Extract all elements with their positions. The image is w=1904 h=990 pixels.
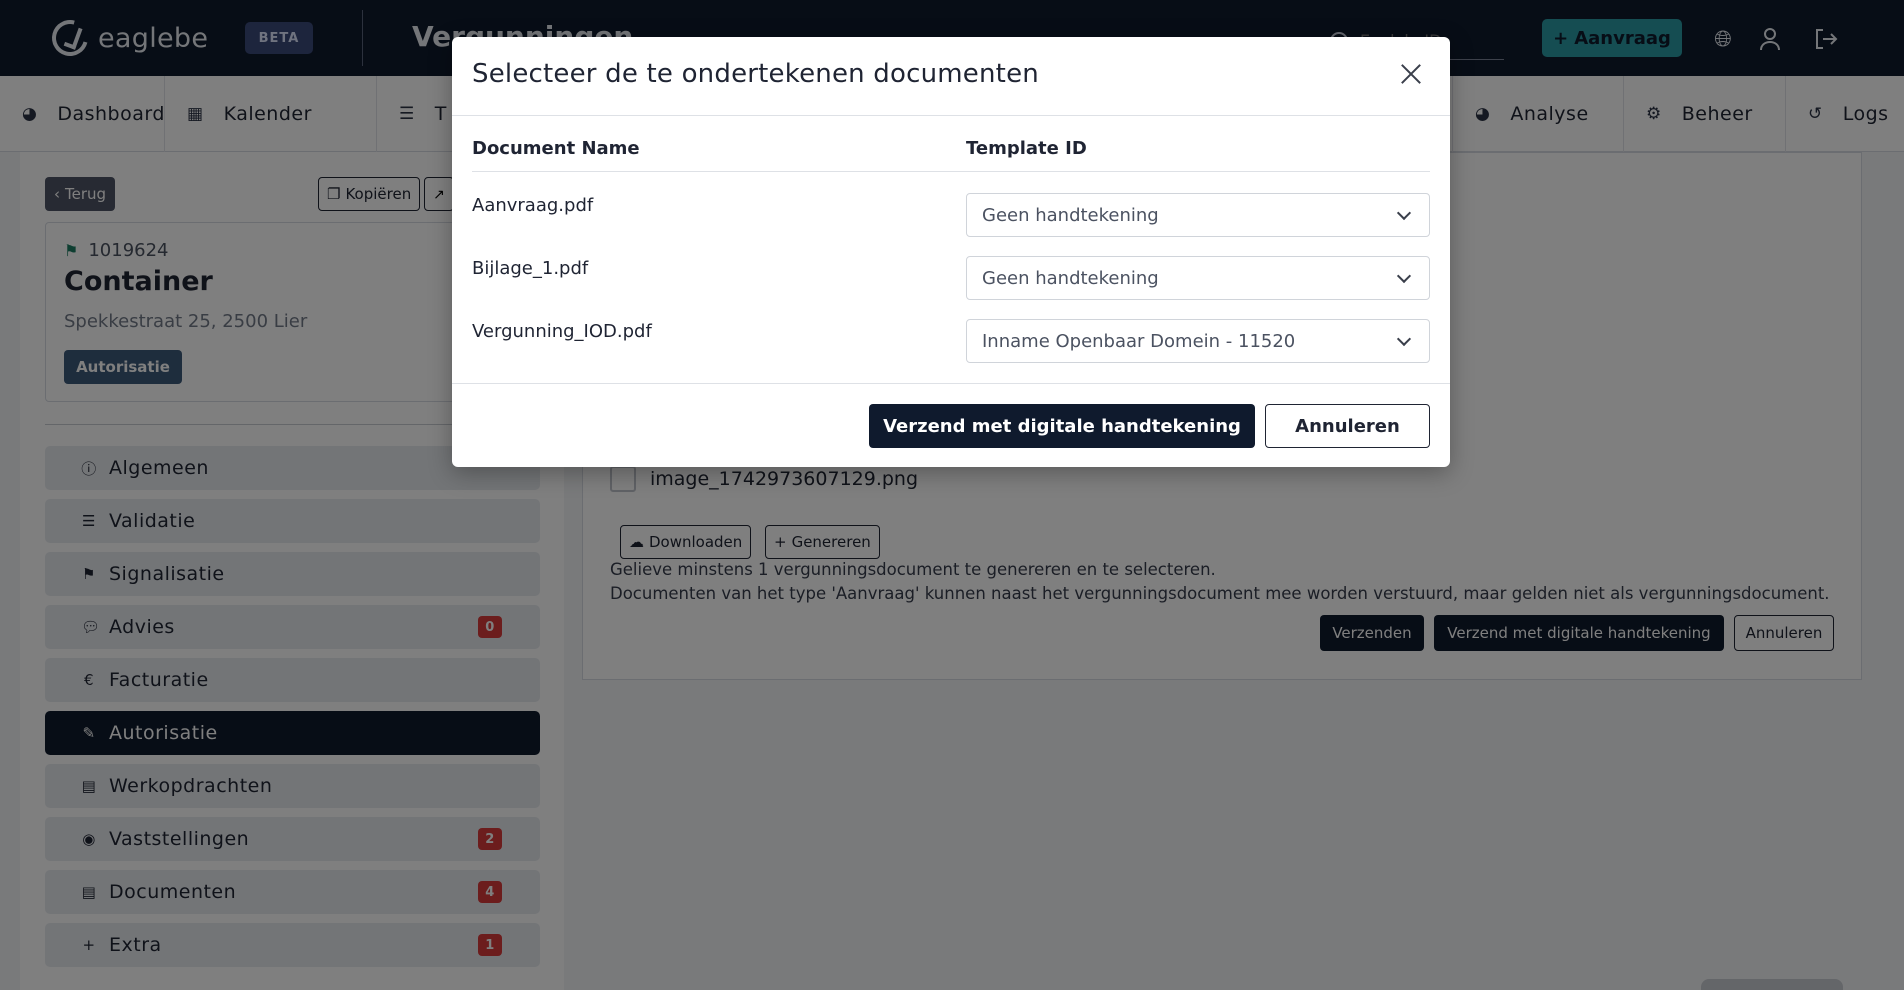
modal-cancel-button[interactable]: Annuleren xyxy=(1265,404,1430,448)
close-icon[interactable] xyxy=(1394,57,1428,91)
template-select[interactable]: Geen handtekening xyxy=(966,193,1430,237)
table-header-divider xyxy=(472,171,1430,172)
template-select[interactable]: Inname Openbaar Domein - 11520 xyxy=(966,319,1430,363)
modal-title: Selecteer de te ondertekenen documenten xyxy=(472,59,1039,89)
document-name: Vergunning_IOD.pdf xyxy=(472,321,652,342)
modal-footer-divider xyxy=(452,383,1450,384)
document-name: Aanvraag.pdf xyxy=(472,195,594,216)
modal-divider xyxy=(452,115,1450,116)
column-header-template: Template ID xyxy=(966,138,1087,159)
document-name: Bijlage_1.pdf xyxy=(472,258,589,279)
confirm-sign-button[interactable]: Verzend met digitale handtekening xyxy=(869,404,1255,448)
chevron-down-icon xyxy=(1396,268,1412,284)
chevron-down-icon xyxy=(1396,331,1412,347)
sign-documents-modal: Selecteer de te ondertekenen documenten … xyxy=(452,37,1450,467)
chevron-down-icon xyxy=(1396,205,1412,221)
template-select-value: Geen handtekening xyxy=(982,204,1159,226)
template-select-value: Geen handtekening xyxy=(982,267,1159,289)
template-select-value: Inname Openbaar Domein - 11520 xyxy=(982,330,1296,352)
template-select[interactable]: Geen handtekening xyxy=(966,256,1430,300)
column-header-document: Document Name xyxy=(472,138,640,159)
